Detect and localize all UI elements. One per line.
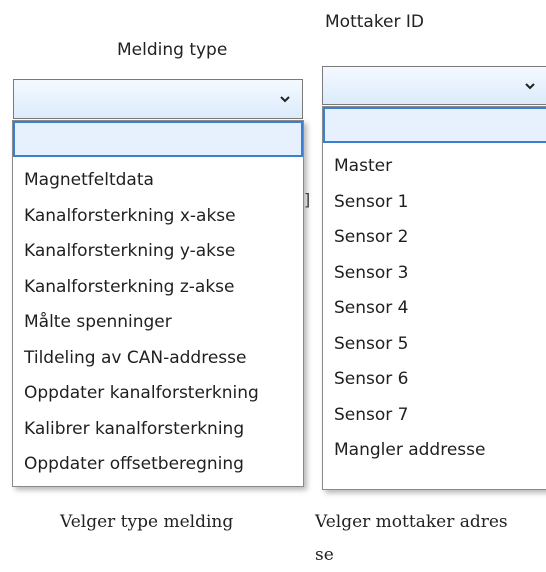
mottaker-id-option[interactable]: Sensor 4 (323, 291, 546, 327)
melding-type-dropdown-list: Magnetfeltdata Kanalforsterkning x-akse Ka… (12, 120, 304, 487)
mottaker-id-label: Mottaker ID (325, 12, 425, 32)
mottaker-id-option[interactable]: Sensor 2 (323, 220, 546, 256)
mottaker-id-caption-line1: Velger mottaker adres (315, 512, 508, 532)
mottaker-id-caption-line2: se (315, 545, 334, 565)
melding-type-option[interactable]: Oppdater kanalforsterkning (13, 376, 303, 412)
mottaker-id-option[interactable]: Sensor 5 (323, 327, 546, 363)
melding-type-label: Melding type (117, 40, 228, 60)
melding-type-option[interactable]: Kanalforsterkning x-akse (13, 199, 303, 235)
melding-type-option[interactable]: Målte spenninger (13, 305, 303, 341)
melding-type-option[interactable]: Magnetfeltdata (13, 163, 303, 199)
melding-type-option[interactable]: Oppdater offsetberegning (13, 447, 303, 483)
melding-type-option[interactable]: Kalibrer kanalforsterkning (13, 412, 303, 448)
melding-type-option[interactable]: Kanalforsterkning y-akse (13, 234, 303, 270)
mottaker-id-dropdown-list: Master Sensor 1 Sensor 2 Sensor 3 Sensor 4 Se… (322, 106, 546, 490)
mottaker-id-option[interactable]: Sensor 6 (323, 362, 546, 398)
mottaker-id-option[interactable]: Master (323, 149, 546, 185)
melding-type-combobox[interactable] (13, 79, 303, 119)
mottaker-id-option[interactable]: Sensor 1 (323, 185, 546, 221)
mottaker-id-option[interactable]: Mangler addresse (323, 433, 546, 469)
melding-type-caption: Velger type melding (60, 512, 234, 532)
chevron-down-icon[interactable] (278, 92, 292, 106)
melding-type-option[interactable]: Kanalforsterkning z-akse (13, 270, 303, 306)
mottaker-id-search-input[interactable] (323, 107, 546, 143)
melding-type-option[interactable]: Tildeling av CAN-addresse (13, 341, 303, 377)
mottaker-id-option[interactable]: Sensor 7 (323, 398, 546, 434)
mottaker-id-combobox[interactable] (322, 66, 546, 105)
melding-type-search-input[interactable] (13, 121, 303, 157)
background-glyph: ] (304, 190, 311, 209)
chevron-down-icon[interactable] (523, 79, 537, 93)
mottaker-id-option[interactable]: Sensor 3 (323, 256, 546, 292)
